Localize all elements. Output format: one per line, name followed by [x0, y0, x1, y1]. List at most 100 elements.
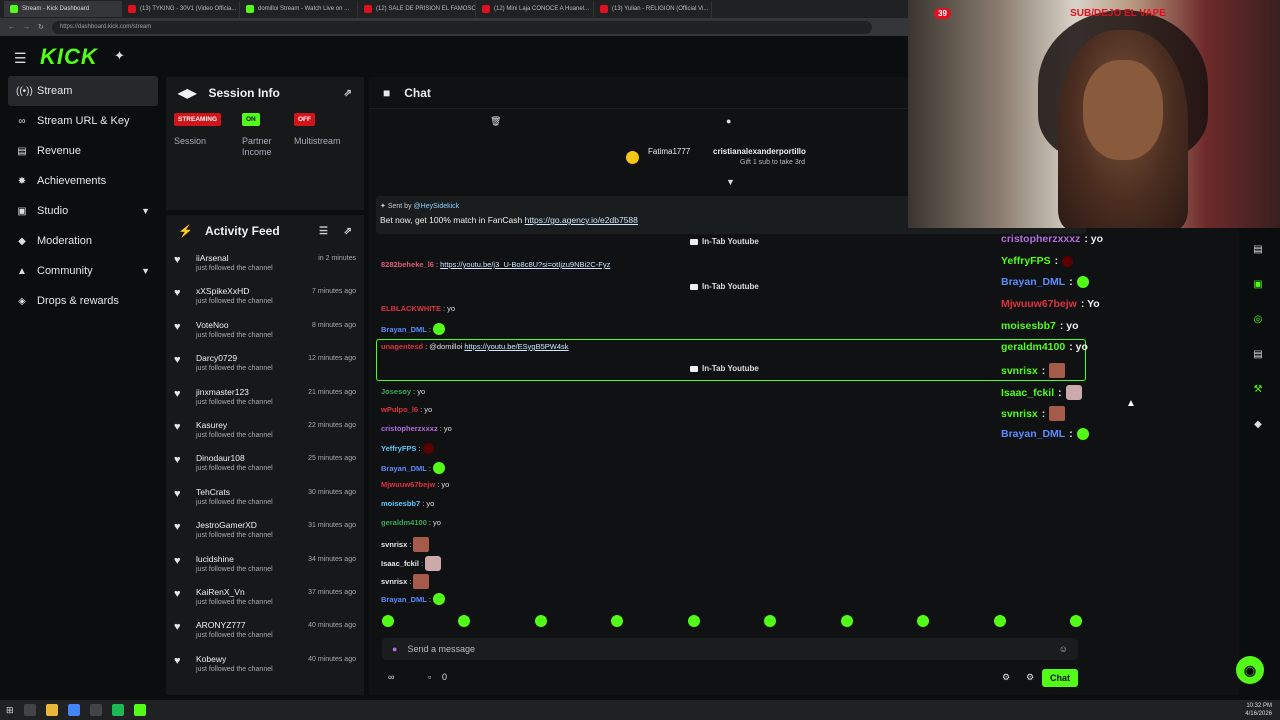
- pin-icon[interactable]: ✦: [114, 48, 125, 64]
- start-icon[interactable]: ⊞: [6, 705, 14, 716]
- trash-icon[interactable]: 🗑: [490, 116, 501, 127]
- url-field[interactable]: https://dashboard.kick.com/stream: [51, 20, 872, 34]
- reload-icon[interactable]: ↻: [38, 23, 44, 31]
- wrench-icon[interactable]: ⚒: [1244, 372, 1272, 407]
- chat-username[interactable]: Isaac_fckil: [381, 559, 419, 568]
- forward-icon[interactable]: →: [23, 24, 30, 31]
- chevron-down-icon[interactable]: ▼: [726, 177, 735, 187]
- in-tab-youtube-button[interactable]: In-Tab Youtube: [690, 364, 759, 373]
- browser-tab[interactable]: domilloi Stream - Watch Live on ...: [240, 1, 358, 17]
- pinned-link[interactable]: https://go.agency.io/e2db7588: [525, 215, 638, 225]
- sidebar-item-stream-url-key[interactable]: ∞ Stream URL & Key: [8, 106, 158, 136]
- points-icon[interactable]: ∞: [388, 672, 394, 682]
- browser-tab[interactable]: Stream - Kick Dashboard: [4, 1, 122, 17]
- chat-username[interactable]: moisesbb7: [381, 499, 420, 508]
- sidebar-item-stream[interactable]: ((•)) Stream: [8, 76, 158, 106]
- emote-icon[interactable]: [764, 615, 777, 627]
- browser-tab[interactable]: (13) TYKING - 30V1 (Video Officia...: [122, 1, 240, 17]
- emote-icon[interactable]: [1069, 615, 1082, 627]
- sidebar-item-achievements[interactable]: ✸ Achievements: [8, 166, 158, 196]
- kick-logo[interactable]: KICK: [40, 44, 98, 70]
- filter-icon[interactable]: ☰: [319, 226, 328, 237]
- sidebar-item-community[interactable]: ▲ Community ▼: [8, 256, 158, 286]
- in-tab-youtube-button[interactable]: In-Tab Youtube: [690, 237, 759, 246]
- chat-username[interactable]: Brayan_DML: [381, 325, 427, 334]
- sidebar-item-studio[interactable]: ▣ Studio ▼: [8, 196, 158, 226]
- chat-username[interactable]: svnrisx: [381, 577, 407, 586]
- emoji-icon[interactable]: ☺: [1059, 644, 1068, 654]
- emote-icon[interactable]: [840, 615, 853, 627]
- studio-icon: ▣: [17, 205, 27, 217]
- chat-options-icon[interactable]: ●: [726, 116, 731, 126]
- follower-name[interactable]: xXSpikeXxHD: [196, 286, 273, 296]
- share-icon[interactable]: ◆: [1244, 407, 1272, 442]
- browser-tab[interactable]: (12) SALE DE PRISION EL FAMOSO...: [358, 1, 476, 17]
- support-button[interactable]: ◉: [1236, 656, 1264, 684]
- chat-link[interactable]: https://youtu.be/j3_U-Bo8c8U?si=otIjzu9N…: [440, 260, 610, 269]
- chat-link[interactable]: https://youtu.be/ESygB5PW4sk: [464, 342, 568, 351]
- chat-username[interactable]: 8282beheke_l6: [381, 260, 434, 269]
- chat-settings-icon[interactable]: ⚙: [1002, 672, 1010, 683]
- chat-username[interactable]: wPulpo_l6: [381, 405, 418, 414]
- broadcast-icon[interactable]: ◎: [1244, 302, 1272, 337]
- sidebar-item-moderation[interactable]: ◆ Moderation: [8, 226, 158, 256]
- file-explorer-icon[interactable]: [45, 704, 58, 716]
- follower-name[interactable]: JestroGamerXD: [196, 520, 273, 530]
- emote-icon[interactable]: [382, 615, 394, 627]
- chat-username[interactable]: Brayan_DML: [381, 595, 427, 604]
- follower-name[interactable]: iiArsenal: [196, 253, 273, 263]
- store-icon[interactable]: [89, 704, 102, 716]
- chat-username[interactable]: svnrisx: [381, 540, 407, 549]
- gift-icon[interactable]: ▫: [428, 672, 431, 682]
- chat-username[interactable]: ELBLACKWHITE: [381, 304, 441, 313]
- layout-icon[interactable]: ▤: [1244, 337, 1272, 372]
- follower-name[interactable]: Kobewy: [196, 654, 273, 664]
- in-tab-youtube-button[interactable]: In-Tab Youtube: [690, 282, 759, 291]
- emote-icon[interactable]: [917, 615, 930, 627]
- follower-name[interactable]: lucidshine: [196, 554, 273, 564]
- emote-icon[interactable]: [458, 615, 471, 627]
- chat-input[interactable]: ● Send a message ☺: [382, 638, 1078, 660]
- chrome-icon[interactable]: [67, 704, 80, 716]
- follower-name[interactable]: Kasurey: [196, 420, 273, 430]
- settings-icon[interactable]: ⚙: [1026, 672, 1034, 683]
- sidebar-item-drops-rewards[interactable]: ◈ Drops & rewards: [8, 286, 158, 316]
- chat-username[interactable]: YeffryFPS: [381, 444, 416, 453]
- follower-name[interactable]: ARONYZ777: [196, 620, 273, 630]
- follower-name[interactable]: VoteNoo: [196, 320, 273, 330]
- follower-name[interactable]: Darcy0729: [196, 353, 273, 363]
- follower-name[interactable]: Dinodaur108: [196, 453, 273, 463]
- chat-username[interactable]: Mjwuuw67bejw: [381, 480, 435, 489]
- mic-icon[interactable]: ●: [392, 644, 397, 654]
- follower-name[interactable]: TehCrats: [196, 487, 273, 497]
- emote-icon[interactable]: [687, 615, 700, 627]
- chat-username[interactable]: Brayan_DML: [381, 464, 427, 473]
- popout-icon[interactable]: ⇗: [344, 88, 352, 99]
- follower-name[interactable]: KaiRenX_Vn: [196, 587, 273, 597]
- spotify-icon[interactable]: [111, 704, 124, 716]
- chat-username[interactable]: Josesoy: [381, 387, 411, 396]
- browser-tab[interactable]: (12) Mini Laja CONOCE A Huanel...: [476, 1, 594, 17]
- send-chat-button[interactable]: Chat: [1042, 669, 1078, 687]
- back-icon[interactable]: ←: [8, 24, 15, 31]
- chat-icon[interactable]: ▣: [1244, 267, 1272, 302]
- chat-username[interactable]: geraldm4100: [381, 518, 427, 527]
- sidebar-item-revenue[interactable]: ▤ Revenue: [8, 136, 158, 166]
- pinned-sender[interactable]: @HeySidekick: [414, 203, 460, 210]
- chevron-down-icon[interactable]: ▼: [141, 266, 150, 276]
- hamburger-menu-icon[interactable]: ☰: [14, 50, 28, 67]
- chat-username[interactable]: cristopherzxxxz: [381, 424, 438, 433]
- emote-icon[interactable]: [993, 615, 1006, 627]
- follower-name[interactable]: jinxmaster123: [196, 387, 273, 397]
- popout-icon[interactable]: ⇗: [344, 226, 352, 237]
- search-icon[interactable]: [23, 704, 36, 716]
- webcam-overlay: 39 SUB/DEJO EL VAPE: [908, 0, 1280, 228]
- kick-icon[interactable]: [133, 704, 146, 716]
- browser-tab[interactable]: (13) Yulian - RELIGION (Official Vi...: [594, 1, 712, 17]
- clipboard-icon[interactable]: ▤: [1244, 232, 1272, 267]
- overlay-colon: :: [1054, 255, 1059, 267]
- chat-username[interactable]: unagentesd: [381, 342, 423, 351]
- emote-icon[interactable]: [534, 615, 547, 627]
- chevron-down-icon[interactable]: ▼: [141, 206, 150, 216]
- emote-icon[interactable]: [611, 615, 624, 627]
